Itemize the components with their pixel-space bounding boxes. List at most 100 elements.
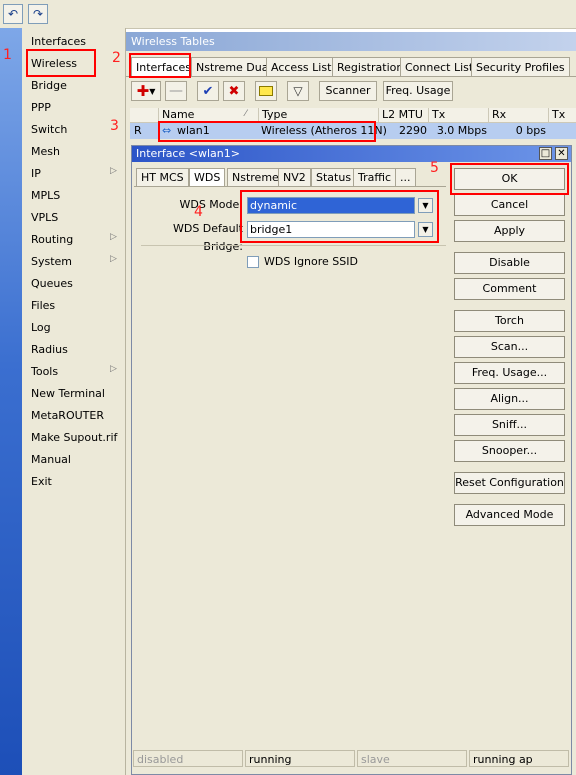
menu-item-system[interactable]: System	[31, 252, 72, 272]
column-tx[interactable]: Tx	[428, 108, 488, 122]
enable-button[interactable]: ✔	[197, 81, 219, 101]
scan-button[interactable]: Scan...	[454, 336, 565, 358]
menu-item-bridge[interactable]: Bridge	[31, 76, 67, 96]
menu-item-tools[interactable]: Tools	[31, 362, 58, 382]
status-disabled: disabled	[133, 750, 243, 767]
snooper-button[interactable]: Snooper...	[454, 440, 565, 462]
menu-item-queues[interactable]: Queues	[31, 274, 73, 294]
menu-item-manual[interactable]: Manual	[31, 450, 71, 470]
menu-item-switch[interactable]: Switch	[31, 120, 67, 140]
highlight-wds-fields	[240, 190, 439, 243]
top-toolbar: ↶ ↷	[0, 0, 576, 29]
tab-access-list[interactable]: Access List	[266, 57, 337, 77]
cancel-button[interactable]: Cancel	[454, 194, 565, 216]
column-tx-packets[interactable]: Tx Pa	[548, 108, 576, 135]
minus-icon: —	[169, 83, 183, 99]
menu-item-vpls[interactable]: VPLS	[31, 208, 58, 228]
status-running-ap: running ap	[469, 750, 569, 767]
plus-icon: ✚	[136, 82, 150, 100]
disable-button[interactable]: Disable	[454, 252, 565, 274]
tab-divider	[126, 76, 576, 77]
filter-button[interactable]: ▽	[287, 81, 309, 101]
submenu-arrow-icon: ▷	[110, 232, 117, 242]
advanced-mode-button[interactable]: Advanced Mode	[454, 504, 565, 526]
status-running: running	[245, 750, 355, 767]
maximize-icon[interactable]: □	[539, 147, 552, 160]
status-slave: slave	[357, 750, 467, 767]
chevron-down-icon: ▼	[149, 86, 156, 96]
freq-usage-button[interactable]: Freq. Usage	[383, 81, 453, 101]
redo-icon[interactable]: ↷	[28, 4, 48, 24]
annotation-number-4: 4	[194, 204, 203, 220]
row-flag: R	[134, 124, 142, 137]
menu-item-routing[interactable]: Routing	[31, 230, 73, 250]
highlight-interfaces-tab	[129, 53, 191, 78]
highlight-wireless	[26, 49, 96, 77]
close-icon[interactable]: ✕	[555, 147, 568, 160]
submenu-arrow-icon: ▷	[110, 364, 117, 374]
tab-traffic[interactable]: Traffic	[353, 168, 397, 187]
tab-nstreme-dual[interactable]: Nstreme Dual	[191, 57, 277, 77]
tab-registration[interactable]: Registration	[332, 57, 409, 77]
highlight-ok-button	[450, 163, 569, 195]
dialog-title: Interface <wlan1>	[132, 146, 571, 162]
side-menu: Interfaces Wireless Bridge PPP Switch Me…	[22, 28, 126, 775]
annotation-number-3: 3	[110, 118, 119, 134]
apply-button[interactable]: Apply	[454, 220, 565, 242]
annotation-number-5: 5	[430, 160, 439, 176]
filter-icon: ▽	[293, 84, 303, 98]
menu-item-new-terminal[interactable]: New Terminal	[31, 384, 105, 404]
sort-icon: ⁄	[245, 109, 247, 119]
tab-more[interactable]: ...	[395, 168, 416, 187]
column-l2mtu[interactable]: L2 MTU	[378, 108, 428, 122]
side-strip	[0, 28, 22, 775]
disable-button[interactable]: ✖	[223, 81, 245, 101]
column-rx[interactable]: Rx	[488, 108, 550, 122]
undo-icon[interactable]: ↶	[3, 4, 23, 24]
menu-item-ip[interactable]: IP	[31, 164, 41, 184]
menu-item-files[interactable]: Files	[31, 296, 55, 316]
align-button[interactable]: Align...	[454, 388, 565, 410]
menu-item-mesh[interactable]: Mesh	[31, 142, 60, 162]
reset-configuration-button[interactable]: Reset Configuration	[454, 472, 565, 494]
tab-nstreme[interactable]: Nstreme	[227, 168, 284, 187]
highlight-wlan1-row	[158, 121, 376, 142]
menu-item-ppp[interactable]: PPP	[31, 98, 51, 118]
scanner-button[interactable]: Scanner	[319, 81, 377, 101]
wds-mode-label: WDS Mode:	[179, 198, 243, 211]
menu-item-make-supout[interactable]: Make Supout.rif	[31, 428, 117, 448]
tab-ht-mcs[interactable]: HT MCS	[136, 168, 189, 187]
remove-button[interactable]: —	[165, 81, 187, 101]
row-tx: 3.0 Mbps	[436, 124, 487, 137]
add-button[interactable]: ✚ ▼	[131, 81, 161, 101]
dialog-tab-divider	[134, 186, 446, 187]
menu-item-metarouter[interactable]: MetaROUTER	[31, 406, 104, 426]
column-name[interactable]: Name	[158, 108, 258, 122]
annotation-number-1: 1	[3, 47, 12, 63]
tab-status[interactable]: Status	[311, 168, 357, 187]
menu-item-exit[interactable]: Exit	[31, 472, 52, 492]
comment-button[interactable]: Comment	[454, 278, 565, 300]
menu-item-mpls[interactable]: MPLS	[31, 186, 60, 206]
wds-default-bridge-label: WDS Default Bridge:	[172, 222, 243, 253]
submenu-arrow-icon: ▷	[110, 254, 117, 264]
wds-ignore-ssid-label: WDS Ignore SSID	[264, 255, 358, 268]
note-icon	[259, 86, 273, 96]
sniff-button[interactable]: Sniff...	[454, 414, 565, 436]
wds-ignore-ssid-checkbox[interactable]	[247, 256, 259, 268]
tab-nv2[interactable]: NV2	[278, 168, 311, 187]
tab-wds[interactable]: WDS	[189, 168, 226, 187]
freq-usage-button[interactable]: Freq. Usage...	[454, 362, 565, 384]
menu-item-radius[interactable]: Radius	[31, 340, 68, 360]
row-rx: 0 bps	[515, 124, 546, 137]
tab-connect-list[interactable]: Connect List	[400, 57, 479, 77]
comment-button[interactable]	[255, 81, 277, 101]
column-type[interactable]: Type	[258, 108, 378, 122]
menu-item-log[interactable]: Log	[31, 318, 51, 338]
submenu-arrow-icon: ▷	[110, 166, 117, 176]
torch-button[interactable]: Torch	[454, 310, 565, 332]
tab-security-profiles[interactable]: Security Profiles	[471, 57, 570, 77]
window-title: Wireless Tables	[126, 32, 576, 51]
divider	[141, 245, 446, 246]
row-l2mtu: 2290	[399, 124, 427, 137]
